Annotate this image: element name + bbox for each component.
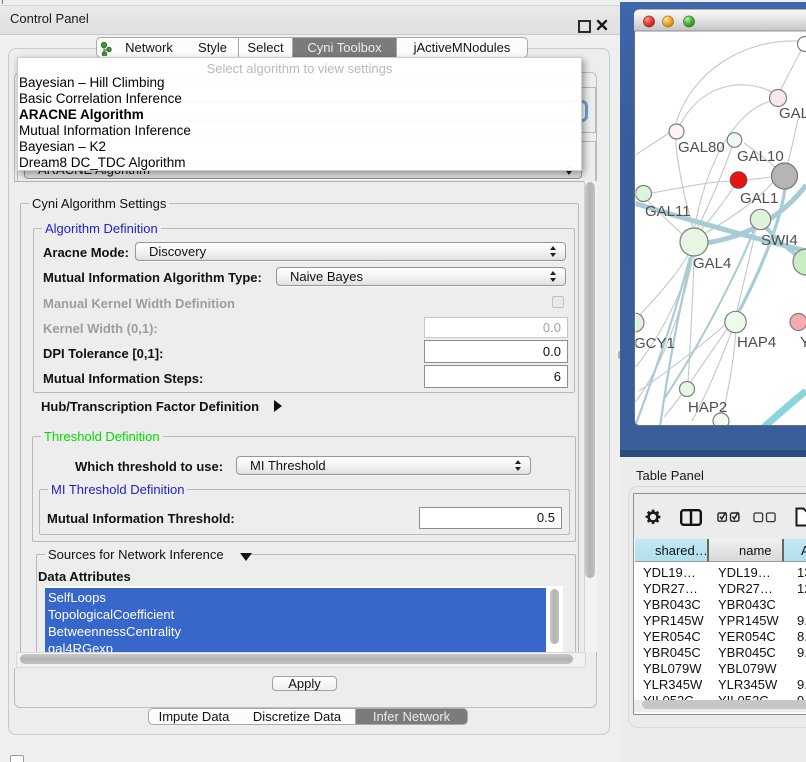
svg-text:GCY1: GCY1 [634,335,675,352]
svg-text:GAL4: GAL4 [693,255,731,272]
svg-text:Y: Y [800,334,806,351]
svg-text:GAL1: GAL1 [740,190,778,207]
svg-text:GAL80: GAL80 [678,139,725,156]
svg-text:GAL11: GAL11 [645,203,691,220]
svg-text:GAL2: GAL2 [779,105,806,122]
svg-text:HAP4: HAP4 [737,334,776,351]
svg-text:SWI4: SWI4 [761,232,798,249]
svg-text:HAP2: HAP2 [688,399,727,416]
svg-text:GAL10: GAL10 [737,148,784,165]
